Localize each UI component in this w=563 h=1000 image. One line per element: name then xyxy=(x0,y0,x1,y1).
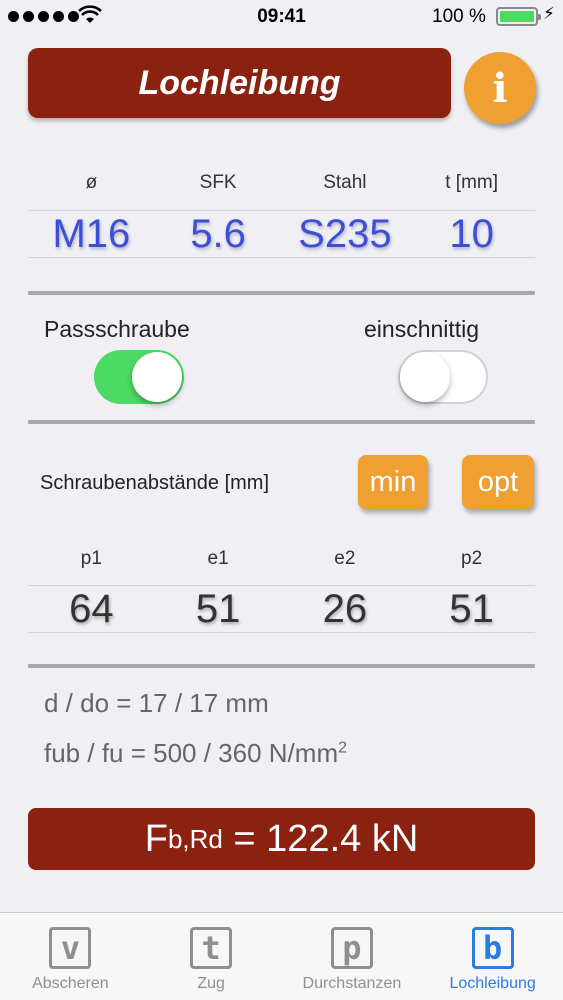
tab-label: Lochleibung xyxy=(449,975,536,992)
thickness-header: t [mm] xyxy=(445,172,499,193)
sfk-header: SFK xyxy=(199,172,237,193)
bolt-param-headers: ø SFK Stahl t [mm] xyxy=(28,172,535,194)
tab-abscheren[interactable]: v Abscheren xyxy=(0,913,141,1000)
einschnittig-label: einschnittig xyxy=(364,316,480,342)
t-icon: t xyxy=(190,927,233,969)
einschnittig-toggle[interactable] xyxy=(398,350,488,404)
tab-label: Durchstanzen xyxy=(302,975,402,992)
tab-zug[interactable]: t Zug xyxy=(141,913,282,1000)
status-bar: 09:41 100 % ⚡ xyxy=(0,0,563,34)
diameter-value[interactable]: M16 xyxy=(28,211,155,257)
result-display: Fb,Rd = 122.4 kN xyxy=(28,808,535,870)
result-value: = 122.4 kN xyxy=(222,817,419,860)
diameter-header: ø xyxy=(85,172,98,193)
tab-lochleibung[interactable]: b Lochleibung xyxy=(422,913,563,1000)
passschraube-toggle[interactable] xyxy=(94,350,184,404)
steel-header: Stahl xyxy=(323,172,367,193)
p1-header: p1 xyxy=(80,548,102,569)
spacing-picker[interactable]: 64 51 26 51 xyxy=(28,585,535,633)
tab-label: Zug xyxy=(197,975,225,992)
p2-value[interactable]: 51 xyxy=(408,586,535,632)
e1-header: e1 xyxy=(207,548,229,569)
e2-header: e2 xyxy=(334,548,356,569)
e2-value[interactable]: 26 xyxy=(282,586,409,632)
page-title: Lochleibung xyxy=(28,48,451,118)
tab-bar: v Abscheren t Zug p Durchstanzen b Lochl… xyxy=(0,912,563,1000)
sfk-value[interactable]: 5.6 xyxy=(155,211,282,257)
fub-fu-text: fub / fu = 500 / 360 N/mm xyxy=(44,738,339,768)
result-subscript: b,Rd xyxy=(167,823,223,854)
steel-value[interactable]: S235 xyxy=(282,211,409,257)
divider xyxy=(28,664,535,668)
tab-label: Abscheren xyxy=(32,975,109,992)
bolt-param-picker[interactable]: M16 5.6 S235 10 xyxy=(28,210,535,258)
battery-icon xyxy=(496,7,541,26)
d-do-info: d / do = 17 / 17 mm xyxy=(44,688,269,718)
min-button[interactable]: min xyxy=(358,455,428,509)
fub-fu-info: fub / fu = 500 / 360 N/mm2 xyxy=(44,738,347,769)
v-icon: v xyxy=(49,927,92,969)
result-symbol: F xyxy=(144,817,168,860)
e1-value[interactable]: 51 xyxy=(155,586,282,632)
b-icon: b xyxy=(471,927,514,969)
passschraube-label: Passschraube xyxy=(44,316,190,342)
tab-durchstanzen[interactable]: p Durchstanzen xyxy=(282,913,423,1000)
divider xyxy=(28,420,535,424)
charging-bolt-icon: ⚡ xyxy=(543,4,555,23)
unit-exponent: 2 xyxy=(338,739,348,757)
p-icon: p xyxy=(330,927,373,969)
p2-header: p2 xyxy=(461,548,483,569)
spacing-label: Schraubenabstände [mm] xyxy=(40,472,270,494)
divider xyxy=(28,291,535,295)
battery-percentage: 100 % xyxy=(432,6,486,27)
spacing-headers: p1 e1 e2 p2 xyxy=(28,548,535,570)
info-button[interactable]: i xyxy=(464,52,536,124)
thickness-value[interactable]: 10 xyxy=(408,211,535,257)
p1-value[interactable]: 64 xyxy=(28,586,155,632)
opt-button[interactable]: opt xyxy=(462,455,534,509)
